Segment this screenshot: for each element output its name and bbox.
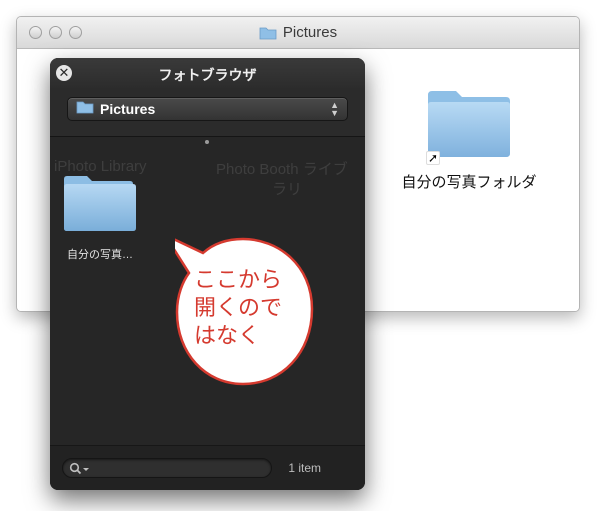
finder-window-title: Pictures xyxy=(17,24,579,41)
annotation-speech-bubble: ここから 開くので はなく xyxy=(175,237,315,387)
finder-item-label: 自分の写真フォルダ xyxy=(401,174,537,191)
content-folder-item[interactable]: 自分の写真… xyxy=(60,172,140,262)
annotation-line: はなく xyxy=(194,323,261,348)
folder-alias-icon: ➚ xyxy=(424,87,514,165)
up-down-chevron-icon: ▲ ▼ xyxy=(330,100,339,118)
photo-browser-bottom-bar: 1 item xyxy=(50,445,365,490)
source-popup-label: Pictures xyxy=(100,101,156,117)
folder-icon xyxy=(61,172,139,234)
annotation-text: ここから 開くので はなく xyxy=(194,266,304,350)
annotation-line: 開くので xyxy=(194,295,283,320)
finder-title-label: Pictures xyxy=(282,24,338,41)
search-icon[interactable] xyxy=(69,462,91,476)
split-view-divider[interactable] xyxy=(50,136,365,146)
item-count-label: 1 item xyxy=(288,461,321,475)
annotation-line: ここから xyxy=(194,267,283,292)
photo-browser-titlebar[interactable]: ✕ フォトブラウザ xyxy=(50,58,365,88)
photo-browser-toolbar: Pictures ▲ ▼ xyxy=(50,88,365,136)
background-source-label: Photo Booth ライブ xyxy=(216,161,348,178)
splitter-handle-icon[interactable] xyxy=(205,140,209,144)
source-popup-button[interactable]: Pictures ▲ ▼ xyxy=(67,97,348,121)
screenshot-stage: Pictures ➚ 自分の写真フォルダ ✕ フォトブラウザ Pictures … xyxy=(0,0,600,511)
background-source-label: ラリ xyxy=(272,181,303,198)
finder-titlebar[interactable]: Pictures xyxy=(17,17,579,49)
search-input[interactable] xyxy=(62,458,272,478)
folder-icon xyxy=(76,100,94,119)
folder-icon xyxy=(259,26,277,40)
content-folder-label: 自分の写真… xyxy=(67,249,133,261)
alias-arrow-icon: ➚ xyxy=(426,151,440,165)
finder-item-my-photos-folder[interactable]: ➚ 自分の写真フォルダ xyxy=(389,87,549,192)
photo-browser-title: フォトブラウザ xyxy=(158,67,257,83)
